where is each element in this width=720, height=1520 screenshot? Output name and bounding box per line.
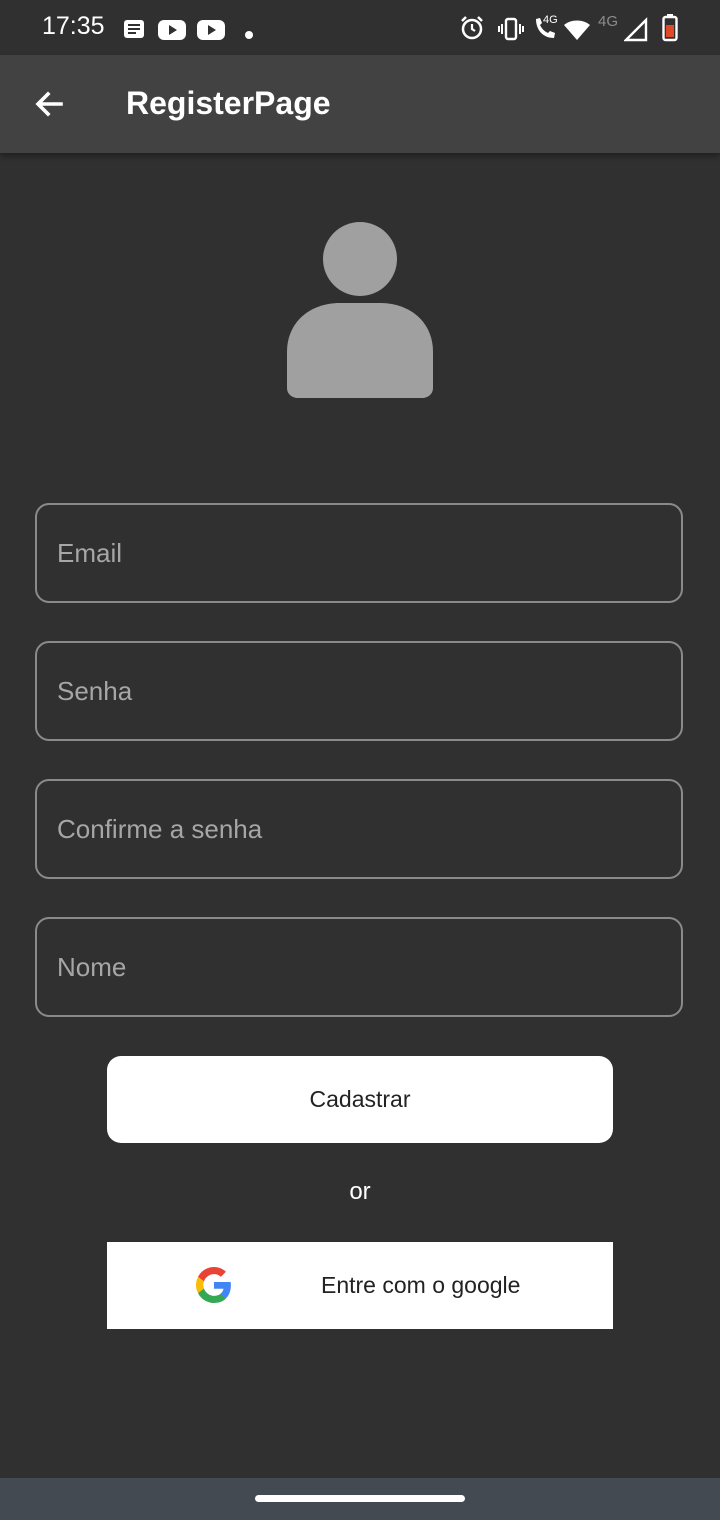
status-bar: 17:35 4G 4G [0, 0, 720, 55]
email-input[interactable] [37, 505, 681, 601]
page-title: RegisterPage [126, 85, 331, 121]
password-field [35, 641, 683, 741]
dot-icon [245, 31, 253, 39]
app-bar: RegisterPage [0, 55, 720, 153]
google-icon [196, 1267, 231, 1303]
password-input[interactable] [37, 643, 681, 739]
back-button[interactable] [22, 80, 76, 128]
or-separator: or [349, 1178, 371, 1205]
home-indicator[interactable] [255, 1495, 465, 1502]
confirm-password-field [35, 779, 683, 879]
youtube-icon [197, 20, 225, 40]
wifi-icon [564, 20, 590, 40]
email-field [35, 503, 683, 603]
register-button[interactable]: Cadastrar [107, 1056, 613, 1143]
google-button-label: Entre com o google [321, 1272, 521, 1298]
confirm-password-input[interactable] [37, 781, 681, 877]
name-input[interactable] [37, 919, 681, 1015]
call-network-label: 4G [543, 14, 558, 26]
arrow-back-icon [35, 91, 63, 117]
news-icon [124, 20, 144, 38]
youtube-icon [158, 20, 186, 40]
system-nav-bar [0, 1478, 720, 1520]
register-button-label: Cadastrar [309, 1086, 411, 1112]
signal-icon [624, 17, 648, 42]
name-field [35, 917, 683, 1017]
battery-icon [662, 14, 678, 42]
status-time: 17:35 [42, 12, 105, 40]
person-icon [287, 222, 433, 398]
alarm-icon [461, 16, 483, 40]
register-screen: 17:35 4G 4G RegisterPage Email Nome Cada… [0, 0, 720, 1520]
vibrate-icon [498, 17, 524, 41]
network-label: 4G [598, 13, 619, 30]
google-signin-button[interactable]: Entre com o google [107, 1242, 613, 1329]
